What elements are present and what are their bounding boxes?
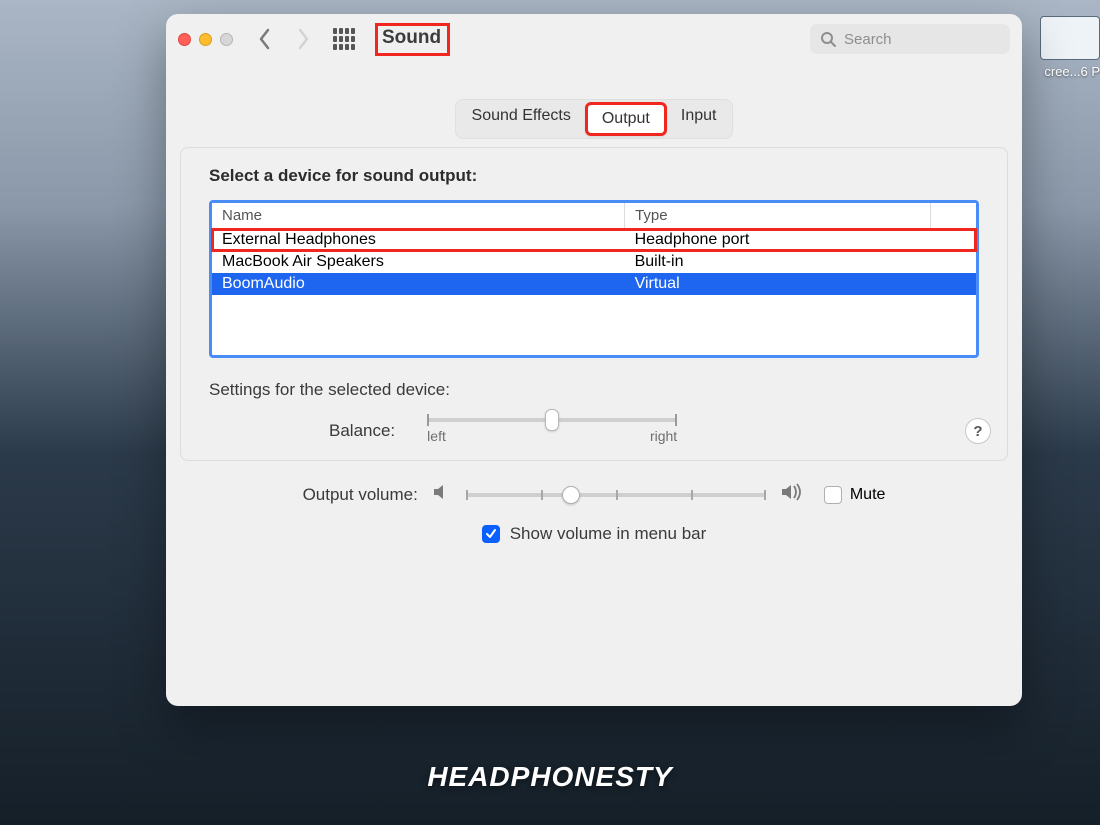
device-settings-heading: Settings for the selected device: — [209, 380, 979, 400]
show-volume-menubar-label: Show volume in menu bar — [510, 524, 707, 544]
search-placeholder: Search — [844, 31, 892, 48]
forward-button[interactable] — [289, 25, 317, 53]
output-volume-slider[interactable] — [466, 493, 766, 497]
title-annotation-box: Sound — [375, 23, 450, 56]
preferences-window: Sound Search Sound Effects Output Input … — [166, 14, 1022, 706]
device-table-annotation-box: Name Type External Headphones Headphone … — [209, 200, 979, 358]
desktop-thumbnail-label: cree...6 P — [1044, 64, 1100, 79]
device-type: Built-in — [625, 251, 976, 273]
window-title: Sound — [382, 27, 441, 48]
balance-label: Balance: — [329, 421, 395, 441]
device-row[interactable]: BoomAudio Virtual — [212, 273, 976, 295]
device-type: Headphone port — [625, 229, 976, 252]
chevron-left-icon — [258, 28, 272, 50]
output-volume-label: Output volume: — [303, 485, 418, 505]
toolbar: Sound Search — [166, 14, 1022, 64]
output-volume-section: Output volume: — [206, 483, 982, 544]
tab-input[interactable]: Input — [667, 102, 731, 136]
panel-heading: Select a device for sound output: — [209, 166, 979, 186]
column-header-name[interactable]: Name — [212, 203, 625, 229]
device-row[interactable]: MacBook Air Speakers Built-in — [212, 251, 976, 273]
device-table[interactable]: Name Type External Headphones Headphone … — [212, 203, 976, 355]
tab-label: Input — [681, 107, 717, 124]
desktop-thumbnail[interactable] — [1040, 16, 1100, 60]
zoom-window-button[interactable] — [220, 33, 233, 46]
watermark-text: HEADPHONESTY — [0, 761, 1100, 793]
balance-right-label: right — [650, 428, 677, 444]
device-row[interactable]: External Headphones Headphone port — [212, 229, 976, 252]
device-name: External Headphones — [212, 229, 625, 252]
chevron-right-icon — [296, 28, 310, 50]
tab-sound-effects[interactable]: Sound Effects — [458, 102, 585, 136]
device-name: MacBook Air Speakers — [212, 251, 625, 273]
mute-label: Mute — [850, 486, 886, 504]
speaker-high-icon — [780, 483, 806, 506]
close-window-button[interactable] — [178, 33, 191, 46]
balance-slider-knob[interactable] — [545, 409, 559, 431]
show-volume-menubar-checkbox[interactable] — [482, 525, 500, 543]
help-icon: ? — [973, 423, 982, 440]
help-button[interactable]: ? — [965, 418, 991, 444]
balance-slider[interactable] — [427, 418, 677, 422]
output-panel: Select a device for sound output: Name T… — [180, 147, 1008, 461]
window-controls — [178, 33, 233, 46]
show-all-grid-icon[interactable] — [333, 28, 355, 50]
tab-bar: Sound Effects Output Input — [166, 99, 1022, 139]
tab-output[interactable]: Output — [585, 102, 667, 136]
search-icon — [820, 31, 836, 47]
volume-slider-knob[interactable] — [562, 486, 580, 504]
minimize-window-button[interactable] — [199, 33, 212, 46]
balance-left-label: left — [427, 428, 446, 444]
search-input[interactable]: Search — [810, 24, 1010, 54]
balance-control: Balance: left right — [329, 418, 979, 444]
column-header-type[interactable]: Type — [625, 203, 931, 229]
tab-label: Output — [602, 110, 650, 127]
tab-label: Sound Effects — [472, 107, 571, 124]
back-button[interactable] — [251, 25, 279, 53]
device-type: Virtual — [625, 273, 976, 295]
table-header-row: Name Type — [212, 203, 976, 229]
device-name: BoomAudio — [212, 273, 625, 295]
speaker-low-icon — [432, 483, 452, 506]
mute-checkbox[interactable] — [824, 486, 842, 504]
